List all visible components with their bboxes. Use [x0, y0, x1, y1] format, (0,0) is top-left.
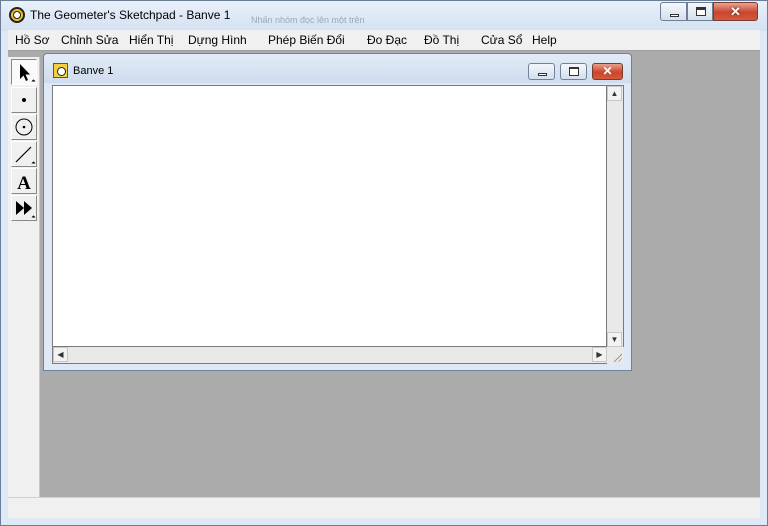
scroll-down-button[interactable]: ▼ — [607, 332, 622, 347]
sketchpad-app-icon[interactable] — [9, 7, 25, 23]
text-icon: A — [17, 173, 31, 194]
custom-tool[interactable] — [11, 195, 37, 221]
circle-icon — [15, 118, 33, 136]
menu-phep-bien-doi[interactable]: Phép Biến Đổi — [268, 33, 345, 47]
maximize-button[interactable] — [687, 2, 713, 21]
menu-do-dac[interactable]: Đo Đạc — [367, 33, 407, 47]
vertical-scrollbar[interactable]: ▲ ▼ — [607, 85, 624, 347]
minimize-icon — [538, 73, 547, 76]
doc-close-button[interactable]: ✕ — [592, 63, 623, 80]
point-tool[interactable] — [11, 87, 37, 113]
minimize-button[interactable] — [660, 2, 687, 21]
doc-minimize-button[interactable] — [528, 63, 555, 80]
svg-text:A: A — [17, 173, 31, 194]
minimize-icon — [670, 14, 679, 17]
menu-chinh-sua[interactable]: Chỉnh Sửa — [61, 33, 118, 47]
horizontal-scrollbar[interactable]: ◀ ▶ — [52, 347, 607, 364]
maximize-icon — [569, 67, 579, 76]
menu-do-thi[interactable]: Đồ Thị — [424, 33, 459, 47]
close-icon: ✕ — [602, 64, 613, 78]
toolbox: A — [8, 57, 40, 497]
sketch-canvas[interactable] — [52, 85, 607, 347]
selection-arrow-tool[interactable] — [11, 59, 37, 85]
document-title: Banve 1 — [73, 65, 114, 77]
document-icon[interactable] — [53, 63, 68, 78]
maximize-icon — [696, 7, 706, 16]
document-title-bar[interactable]: Banve 1 ✕ — [44, 54, 631, 83]
document-window: Banve 1 ✕ ▲ ▼ ◀ ▶ — [43, 53, 632, 371]
close-icon: ✕ — [730, 4, 741, 19]
menu-help[interactable]: Help — [532, 33, 557, 47]
doc-maximize-button[interactable] — [560, 63, 587, 80]
scroll-right-button[interactable]: ▶ — [592, 347, 607, 362]
menu-bar: Hồ Sơ Chỉnh Sửa Hiển Thị Dựng Hình Phép … — [8, 30, 760, 50]
menu-ho-so[interactable]: Hồ Sơ — [15, 33, 50, 47]
status-bar — [8, 497, 760, 518]
menu-cua-so[interactable]: Cửa Sổ — [481, 33, 522, 47]
title-bar[interactable]: The Geometer's Sketchpad - Banve 1 Nhấn … — [1, 1, 767, 31]
close-button[interactable]: ✕ — [713, 2, 758, 21]
text-tool[interactable]: A — [11, 168, 37, 194]
point-icon — [22, 98, 26, 102]
ghost-caption-text: Nhấn nhóm đọc lên một trên — [251, 15, 365, 25]
menu-dung-hinh[interactable]: Dựng Hình — [188, 33, 247, 47]
compass-tool[interactable] — [11, 114, 37, 140]
resize-grip-icon[interactable] — [607, 347, 624, 364]
window-title: The Geometer's Sketchpad - Banve 1 — [30, 8, 231, 22]
scroll-up-button[interactable]: ▲ — [607, 86, 622, 101]
scroll-left-button[interactable]: ◀ — [53, 347, 68, 362]
straightedge-tool[interactable] — [11, 141, 37, 167]
menu-hien-thi[interactable]: Hiển Thị — [129, 33, 173, 47]
